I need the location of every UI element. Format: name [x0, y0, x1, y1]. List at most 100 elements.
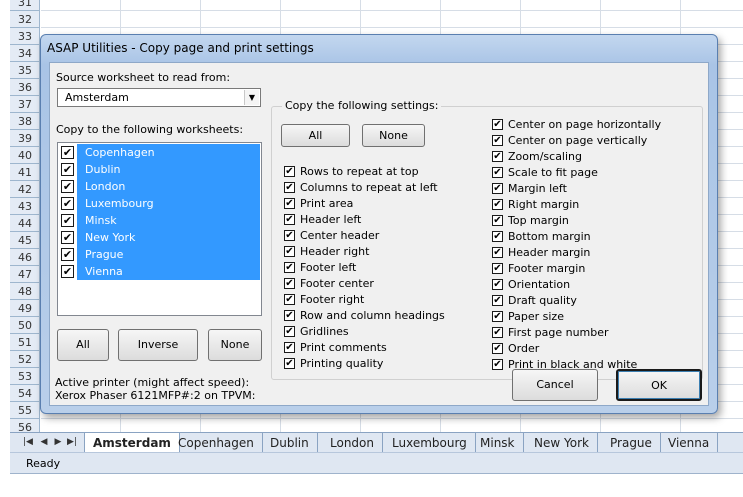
- worksheet-list-item[interactable]: ✔ Vienna: [59, 263, 260, 280]
- checkbox-checked-icon[interactable]: ✔: [492, 279, 503, 290]
- checkbox-checked-icon[interactable]: ✔: [61, 265, 74, 278]
- row-number[interactable]: 46: [10, 249, 40, 266]
- sheet-tab[interactable]: New York: [526, 433, 598, 453]
- checkbox-checked-icon[interactable]: ✔: [492, 311, 503, 322]
- sheet-tab[interactable]: Prague: [602, 433, 661, 453]
- checkbox-checked-icon[interactable]: ✔: [61, 180, 74, 193]
- checkbox-checked-icon[interactable]: ✔: [492, 359, 503, 370]
- sheet-tab[interactable]: Dublin: [262, 433, 318, 453]
- row-number[interactable]: 51: [10, 334, 40, 351]
- row-number[interactable]: 37: [10, 96, 40, 113]
- checkbox-checked-icon[interactable]: ✔: [284, 262, 295, 273]
- row-number[interactable]: 49: [10, 300, 40, 317]
- worksheet-list-item[interactable]: ✔ Luxembourg: [59, 195, 260, 212]
- checkbox-checked-icon[interactable]: ✔: [61, 197, 74, 210]
- checkbox-checked-icon[interactable]: ✔: [284, 358, 295, 369]
- checkbox-checked-icon[interactable]: ✔: [492, 167, 503, 178]
- sheet-tab[interactable]: Luxembourg: [384, 433, 476, 453]
- sheet-tab[interactable]: Minsk: [472, 433, 524, 453]
- cancel-button[interactable]: Cancel: [512, 369, 598, 401]
- row-number[interactable]: 47: [10, 266, 40, 283]
- checkbox-checked-icon[interactable]: ✔: [61, 248, 74, 261]
- row-number[interactable]: 44: [10, 215, 40, 232]
- sheet-tab[interactable]: Vienna: [660, 433, 719, 453]
- row-number[interactable]: 48: [10, 283, 40, 300]
- checkbox-checked-icon[interactable]: ✔: [492, 151, 503, 162]
- ok-button[interactable]: OK: [616, 369, 702, 401]
- sheet-tab[interactable]: Copenhagen: [170, 433, 263, 453]
- checkbox-checked-icon[interactable]: ✔: [492, 183, 503, 194]
- worksheets-inverse-button[interactable]: Inverse: [118, 329, 198, 361]
- worksheet-name: Luxembourg: [85, 197, 154, 210]
- checkbox-checked-icon[interactable]: ✔: [284, 230, 295, 241]
- settings-all-button[interactable]: All: [281, 124, 350, 147]
- row-number[interactable]: 41: [10, 164, 40, 181]
- row-number[interactable]: 33: [10, 28, 40, 45]
- worksheets-all-button[interactable]: All: [57, 329, 109, 361]
- source-worksheet-value: Amsterdam: [65, 91, 129, 104]
- checkbox-checked-icon[interactable]: ✔: [284, 310, 295, 321]
- row-number[interactable]: 54: [10, 385, 40, 402]
- checkbox-checked-icon[interactable]: ✔: [61, 163, 74, 176]
- last-sheet-icon[interactable]: ▶|: [66, 436, 78, 449]
- row-number[interactable]: 31: [10, 0, 40, 11]
- row-number[interactable]: 50: [10, 317, 40, 334]
- checkbox-checked-icon[interactable]: ✔: [492, 343, 503, 354]
- checkbox-checked-icon[interactable]: ✔: [492, 119, 503, 130]
- row-number[interactable]: 45: [10, 232, 40, 249]
- worksheet-list[interactable]: ✔ Copenhagen ✔ Dublin ✔ London ✔ Luxembourg ✔ Min…: [57, 142, 262, 316]
- row-number[interactable]: 40: [10, 147, 40, 164]
- checkbox-checked-icon[interactable]: ✔: [492, 199, 503, 210]
- checkbox-checked-icon[interactable]: ✔: [284, 198, 295, 209]
- checkbox-checked-icon[interactable]: ✔: [284, 342, 295, 353]
- checkbox-checked-icon[interactable]: ✔: [61, 214, 74, 227]
- worksheet-name: New York: [85, 231, 136, 244]
- copy-to-label: Copy to the following worksheets:: [56, 123, 244, 136]
- row-number[interactable]: 42: [10, 181, 40, 198]
- row-number[interactable]: 55: [10, 402, 40, 419]
- setting-label: Draft quality: [508, 294, 577, 307]
- settings-none-button[interactable]: None: [362, 124, 425, 147]
- source-worksheet-select[interactable]: Amsterdam ▼: [57, 88, 261, 107]
- prev-sheet-icon[interactable]: ◀: [38, 436, 50, 449]
- checkbox-checked-icon[interactable]: ✔: [492, 327, 503, 338]
- checkbox-checked-icon[interactable]: ✔: [492, 215, 503, 226]
- row-number[interactable]: 32: [10, 11, 40, 28]
- row-number[interactable]: 39: [10, 130, 40, 147]
- row-number[interactable]: 53: [10, 368, 40, 385]
- worksheet-list-item[interactable]: ✔ Prague: [59, 246, 260, 263]
- checkbox-checked-icon[interactable]: ✔: [284, 182, 295, 193]
- setting-label: Margin left: [508, 182, 567, 195]
- setting-label: Row and column headings: [300, 309, 445, 322]
- worksheet-list-item[interactable]: ✔ Minsk: [59, 212, 260, 229]
- checkbox-checked-icon[interactable]: ✔: [61, 231, 74, 244]
- row-number[interactable]: 34: [10, 45, 40, 62]
- sheet-tab[interactable]: London: [322, 433, 383, 453]
- worksheet-list-item[interactable]: ✔ Copenhagen: [59, 144, 260, 161]
- checkbox-checked-icon[interactable]: ✔: [284, 326, 295, 337]
- worksheet-list-item[interactable]: ✔ Dublin: [59, 161, 260, 178]
- next-sheet-icon[interactable]: ▶: [52, 436, 64, 449]
- checkbox-checked-icon[interactable]: ✔: [284, 278, 295, 289]
- checkbox-checked-icon[interactable]: ✔: [284, 214, 295, 225]
- row-number[interactable]: 35: [10, 62, 40, 79]
- checkbox-checked-icon[interactable]: ✔: [492, 263, 503, 274]
- checkbox-checked-icon[interactable]: ✔: [284, 294, 295, 305]
- worksheet-list-item[interactable]: ✔ New York: [59, 229, 260, 246]
- first-sheet-icon[interactable]: |◀: [22, 436, 34, 449]
- worksheets-none-button[interactable]: None: [208, 329, 262, 361]
- checkbox-checked-icon[interactable]: ✔: [492, 231, 503, 242]
- checkbox-checked-icon[interactable]: ✔: [492, 247, 503, 258]
- row-number[interactable]: 52: [10, 351, 40, 368]
- checkbox-checked-icon[interactable]: ✔: [61, 146, 74, 159]
- worksheet-list-item[interactable]: ✔ London: [59, 178, 260, 195]
- checkbox-checked-icon[interactable]: ✔: [284, 246, 295, 257]
- row-number[interactable]: 38: [10, 113, 40, 130]
- row-number[interactable]: 43: [10, 198, 40, 215]
- checkbox-checked-icon[interactable]: ✔: [492, 295, 503, 306]
- checkbox-checked-icon[interactable]: ✔: [492, 135, 503, 146]
- checkbox-checked-icon[interactable]: ✔: [284, 166, 295, 177]
- sheet-tab[interactable]: Amsterdam: [84, 433, 180, 454]
- chevron-down-icon[interactable]: ▼: [244, 90, 259, 105]
- row-number[interactable]: 36: [10, 79, 40, 96]
